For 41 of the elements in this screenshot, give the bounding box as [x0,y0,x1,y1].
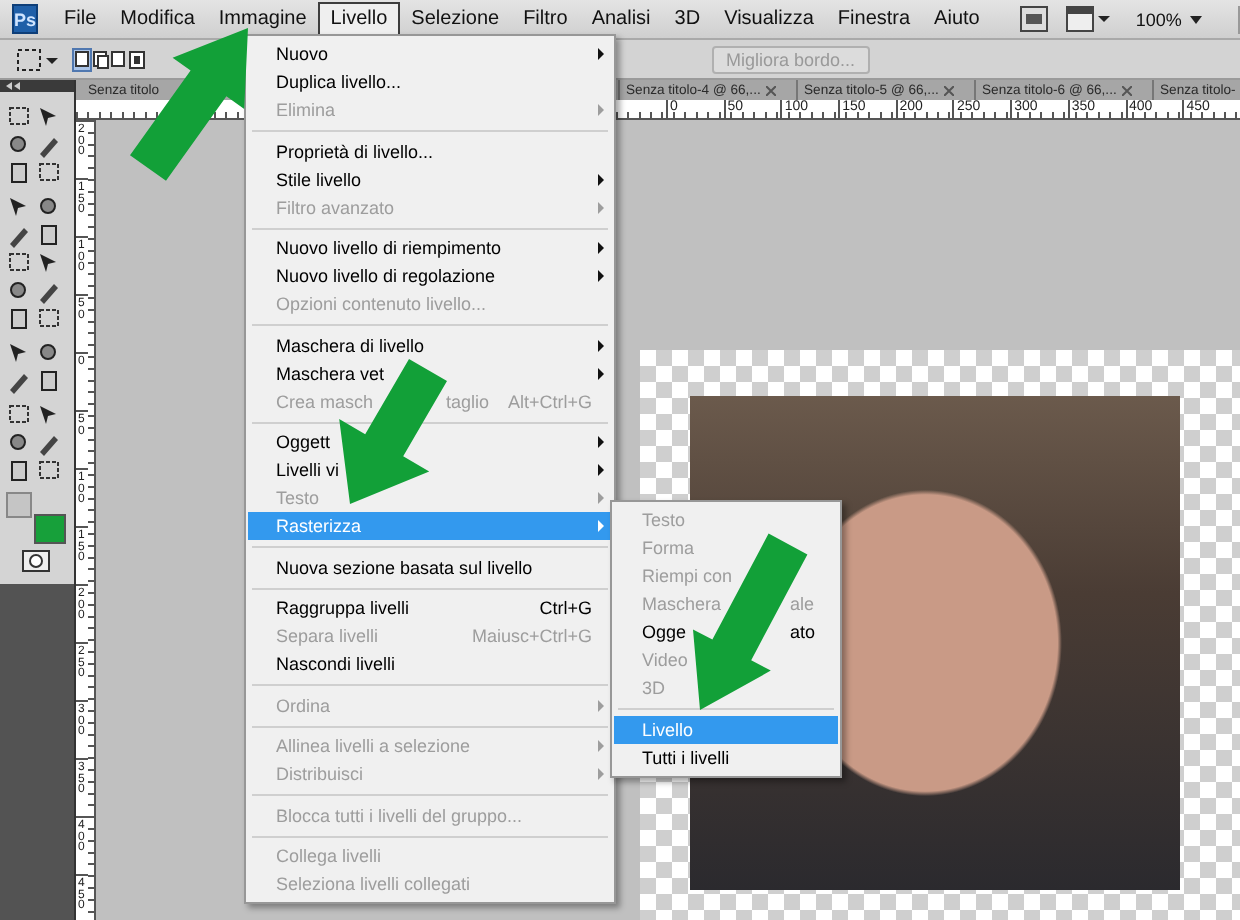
menu-item[interactable]: Maschera vet [248,359,612,387]
app-logo: Ps [12,4,39,34]
close-icon[interactable] [766,85,777,95]
menu-title[interactable]: Immagine [206,2,319,36]
menu-title[interactable]: Aiuto [922,2,992,36]
menu-title[interactable]: Visualizza [712,2,826,36]
selection-mode-icons[interactable] [72,47,148,71]
shortcut-label: Maiusc+Ctrl+G [471,626,594,646]
menu-title[interactable]: Selezione [399,2,512,36]
window-layout-icon[interactable] [1065,6,1110,32]
foreground-color-swatch[interactable] [6,492,32,518]
quick-mask-icon[interactable] [22,550,50,572]
menu-item[interactable]: Stile livello [248,165,612,193]
menu-item[interactable]: Duplica livello... [248,68,612,96]
menu-title[interactable]: Livello [318,2,400,36]
close-icon[interactable] [944,85,955,95]
zoom-level-dropdown[interactable]: 100% [1127,9,1210,29]
menu-title[interactable]: Analisi [579,2,663,36]
menu-title[interactable]: Finestra [825,2,923,36]
close-icon[interactable] [1122,85,1133,95]
menu-title[interactable]: Filtro [511,2,580,36]
menu-title[interactable]: File [52,2,109,36]
menu-item[interactable]: Ogge ato [614,618,838,646]
menu-item[interactable]: Nuovo livello di regolazione [248,262,612,290]
menu-item[interactable]: Nuova sezione basata sul livello [248,553,612,581]
menu-item[interactable]: Tutti i livelli [614,743,838,771]
menu-item[interactable]: Maschera di livello [248,331,612,359]
menu-title[interactable]: Modifica [108,2,207,36]
menu-item[interactable]: Nuovo [248,40,612,68]
menu-item[interactable]: Proprietà di livello... [248,137,612,165]
shortcut-label: Alt+Ctrl+G [507,391,594,411]
caret-icon [1189,15,1202,23]
background-color-swatch[interactable] [34,514,66,544]
shortcut-label: Ctrl+G [539,598,594,618]
menu-title[interactable]: 3D [662,2,713,36]
menu-item[interactable]: Oggett [248,428,612,456]
marquee-tool-icon[interactable] [16,47,60,71]
menu-item[interactable]: Nascondi livelli [248,650,612,678]
menu-item[interactable]: Raggruppa livelli Ctrl+G [248,594,612,622]
menu-item[interactable]: Nuovo livello di riempimento [248,234,612,262]
menu-item[interactable]: Livelli vi [248,456,612,484]
